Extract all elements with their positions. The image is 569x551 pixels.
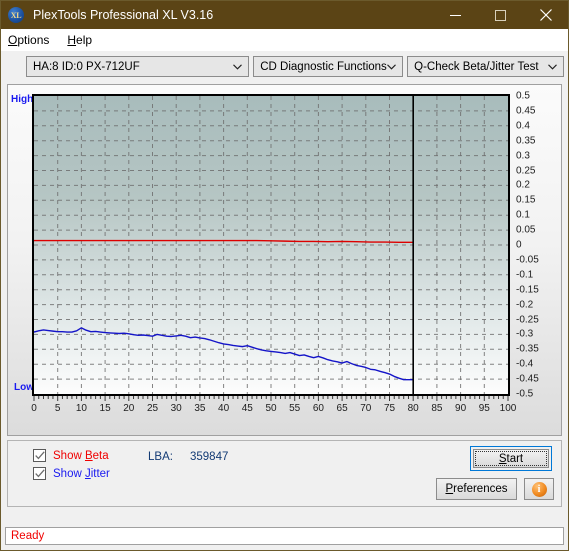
show-jitter-label: Show Jitter <box>53 467 110 480</box>
x-axis-tick-label: 15 <box>99 403 111 414</box>
y-axis-tick-label: 0.35 <box>516 135 536 147</box>
x-axis-tick-label: 50 <box>265 403 277 414</box>
test-select-value: Q-Check Beta/Jitter Test <box>414 60 539 73</box>
x-axis-tick-label: 60 <box>312 403 324 414</box>
show-beta-label: Show Beta <box>53 449 109 462</box>
plot-svg <box>34 96 508 394</box>
y-axis-tick-label: 0.05 <box>516 224 536 236</box>
function-select-value: CD Diagnostic Functions <box>260 60 387 73</box>
show-jitter-row[interactable]: Show Jitter <box>33 467 110 480</box>
y-axis-tick-label: -0.3 <box>516 328 534 340</box>
y-axis-tick-label: -0.45 <box>516 373 539 385</box>
x-axis-tick-label: 65 <box>336 403 348 414</box>
x-axis-tick-label: 55 <box>289 403 301 414</box>
axis-label-low: Low <box>14 382 34 393</box>
start-button[interactable]: Start <box>473 449 549 468</box>
x-axis-tickmarks <box>33 396 509 401</box>
x-axis-tick-label: 0 <box>31 403 37 414</box>
x-axis-tick-label: 95 <box>478 403 490 414</box>
y-axis-tick-label: 0.15 <box>516 194 536 206</box>
info-button[interactable]: i <box>524 478 554 500</box>
minimize-icon[interactable] <box>433 1 478 29</box>
x-axis-tick-label: 25 <box>146 403 159 414</box>
y-axis-tick-label: -0.5 <box>516 388 534 400</box>
y-axis-tick-label: 0 <box>516 239 522 251</box>
preferences-button[interactable]: Preferences <box>436 478 517 500</box>
title-bar: XL PlexTools Professional XL V3.16 <box>1 1 568 29</box>
close-icon[interactable] <box>523 1 568 29</box>
x-axis-tick-label: 5 <box>54 403 61 414</box>
x-axis-tick-label: 10 <box>75 403 87 414</box>
y-axis-tick-label: -0.1 <box>516 269 534 281</box>
y-axis-tick-label: -0.35 <box>516 343 539 355</box>
y-axis-tick-label: -0.25 <box>516 314 539 325</box>
show-beta-row[interactable]: Show Beta <box>33 449 109 462</box>
x-axis-tick-label: 90 <box>455 403 467 414</box>
window-title: PlexTools Professional XL V3.16 <box>33 8 214 22</box>
y-axis-tick-label: 0.3 <box>516 150 530 162</box>
x-axis-tick-label: 70 <box>360 403 372 414</box>
show-beta-checkbox[interactable] <box>33 449 46 462</box>
function-select[interactable]: CD Diagnostic Functions <box>253 56 404 77</box>
start-button-focus-ring: Start <box>470 446 552 471</box>
x-axis-tick-label: 20 <box>123 403 135 414</box>
chevron-down-icon <box>548 57 557 76</box>
y-axis-tick-label: 0.5 <box>516 90 530 102</box>
plot-area <box>32 94 510 396</box>
x-axis-tick-label: 45 <box>241 403 253 414</box>
y-axis-tick-label: -0.05 <box>516 254 539 266</box>
controls-panel: Show Beta Show Jitter LBA: 359847 Start … <box>7 440 562 507</box>
chevron-down-icon <box>233 57 243 76</box>
menu-item-options[interactable]: Options <box>8 33 49 47</box>
selector-toolbar: HA:8 ID:0 PX-712UF CD Diagnostic Functio… <box>1 51 568 82</box>
x-axis-tick-label: 30 <box>170 403 182 414</box>
y-axis-tick-label: 0.4 <box>516 120 530 132</box>
chevron-down-icon <box>387 57 397 76</box>
menu-item-help[interactable]: Help <box>67 33 92 47</box>
maximize-icon[interactable] <box>478 1 523 29</box>
info-icon: i <box>531 481 547 497</box>
y-axis-tick-label: 0.2 <box>516 179 530 191</box>
window-controls <box>433 1 568 29</box>
app-icon: XL <box>8 7 24 23</box>
device-select-value: HA:8 ID:0 PX-712UF <box>33 60 140 73</box>
y-axis-tick-label: -0.15 <box>516 284 539 296</box>
show-jitter-checkbox[interactable] <box>33 467 46 480</box>
x-axis-tick-label: 35 <box>194 403 206 414</box>
plextools-window: XL PlexTools Professional XL V3.16 Optio… <box>0 0 569 551</box>
device-select[interactable]: HA:8 ID:0 PX-712UF <box>26 56 250 77</box>
y-axis-tick-label: -0.4 <box>516 358 534 370</box>
x-axis-tick-label: 80 <box>407 403 419 414</box>
test-select[interactable]: Q-Check Beta/Jitter Test <box>407 56 564 77</box>
y-axis-tick-label: 0.25 <box>516 165 536 176</box>
y-axis-tick-label: -0.2 <box>516 299 534 311</box>
x-axis-tick-label: 40 <box>218 403 230 414</box>
x-axis-tick-label: 85 <box>431 403 443 414</box>
menu-bar: Options Help <box>1 29 568 51</box>
axis-label-high: High <box>11 94 34 105</box>
x-axis-tick-label: 100 <box>499 403 517 414</box>
lba-label: LBA: <box>148 451 173 463</box>
chart-panel: High Low 0.5 0.45 0.4 0.35 0.3 0.25 0.2 0.15 0.1… <box>7 84 562 436</box>
y-axis-tick-label: 0.45 <box>516 105 536 117</box>
status-bar: Ready <box>5 527 564 545</box>
lba-value: 359847 <box>190 451 229 463</box>
status-text: Ready <box>11 530 45 542</box>
y-axis-tick-label: 0.1 <box>516 209 530 221</box>
x-axis-tick-label: 75 <box>383 403 396 414</box>
